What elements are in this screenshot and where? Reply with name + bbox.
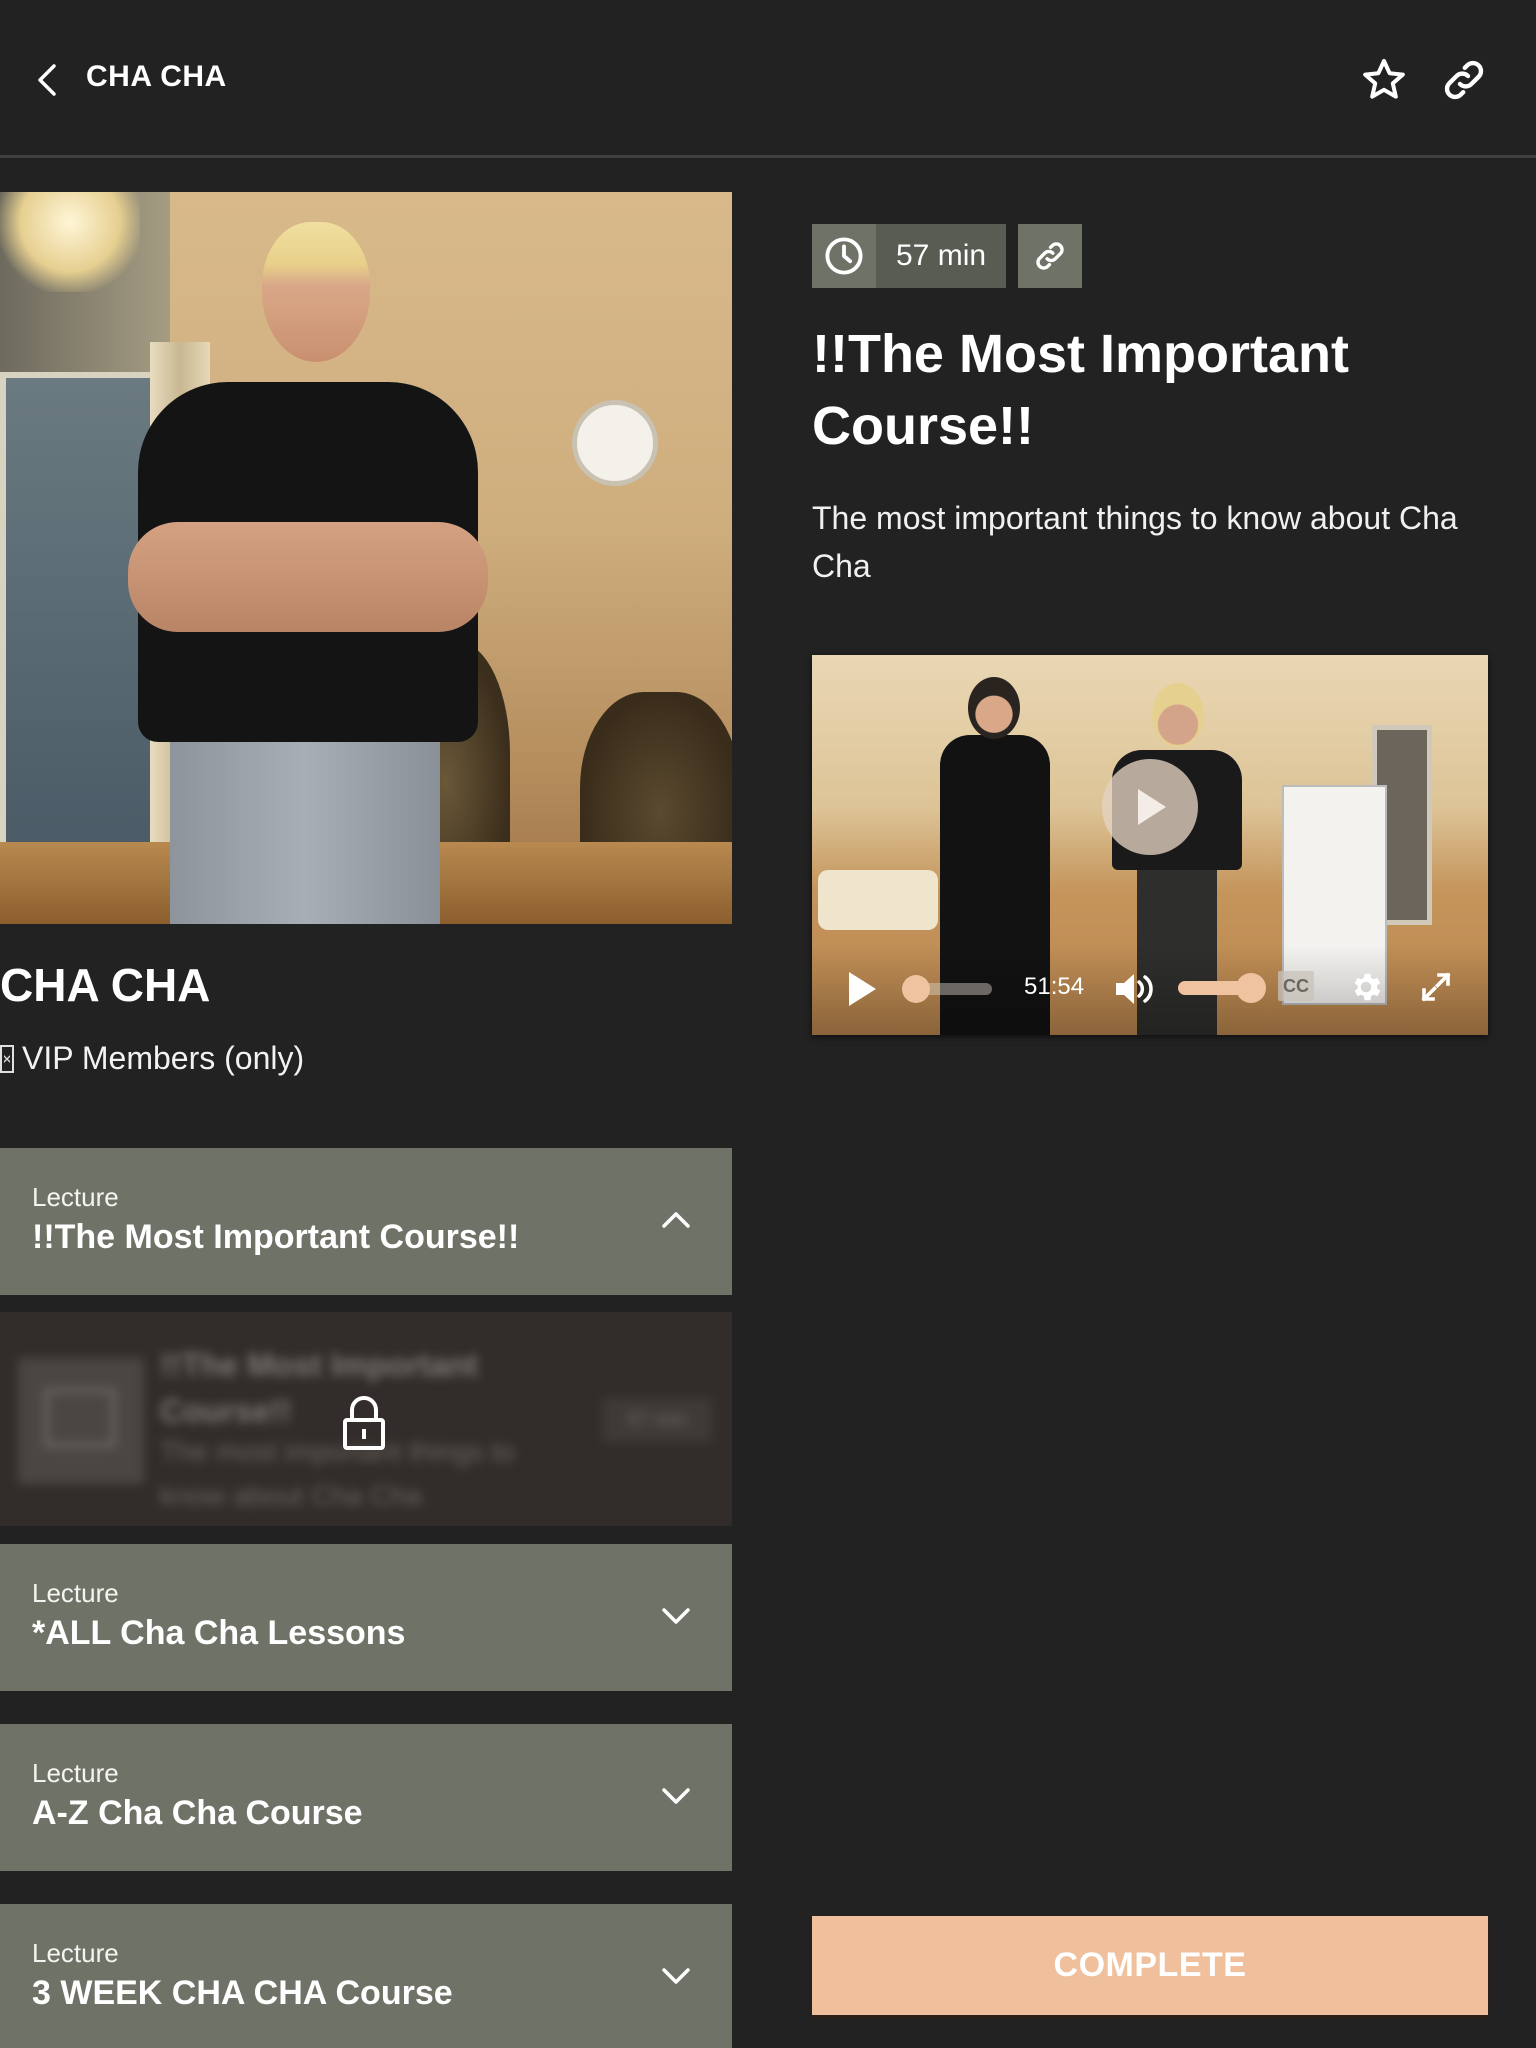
lecture-section-header[interactable]: Lecture A-Z Cha Cha Course bbox=[0, 1724, 732, 1871]
lecture-section-header[interactable]: Lecture *ALL Cha Cha Lessons bbox=[0, 1544, 732, 1691]
course-access-label: VIP Members (only) bbox=[0, 1040, 304, 1077]
video-controls: 51:54 CC bbox=[812, 945, 1488, 1035]
course-title: CHA CHA bbox=[0, 959, 211, 1011]
lesson-duration: 57 min bbox=[876, 224, 1007, 288]
hero-chandelier bbox=[0, 192, 140, 292]
chevron-up-icon[interactable] bbox=[658, 1202, 694, 1238]
lesson-title: !!The Most Important Course!! bbox=[812, 324, 1349, 456]
play-icon bbox=[1138, 789, 1166, 825]
volume-handle[interactable] bbox=[1236, 973, 1266, 1003]
link-icon bbox=[1444, 60, 1484, 100]
clock-icon bbox=[825, 237, 863, 275]
lesson-description: The most important things to know about … bbox=[812, 500, 1458, 584]
chevron-down-icon[interactable] bbox=[658, 1778, 694, 1814]
duration-badge: 57 min bbox=[812, 224, 1007, 288]
share-link-button[interactable] bbox=[1440, 56, 1488, 104]
hero-instructor-head bbox=[262, 222, 370, 362]
missing-glyph-icon bbox=[0, 1044, 14, 1073]
course-hero-image bbox=[0, 192, 732, 924]
fullscreen-icon[interactable] bbox=[1418, 969, 1454, 1005]
top-bar: CHA CHA bbox=[0, 0, 1536, 158]
play-icon[interactable] bbox=[846, 969, 878, 1009]
time-remaining: 51:54 bbox=[1024, 973, 1085, 1000]
chevron-down-icon[interactable] bbox=[658, 1958, 694, 1994]
hero-instructor-pants bbox=[170, 732, 440, 924]
back-button[interactable] bbox=[36, 58, 66, 102]
volume-icon[interactable] bbox=[1114, 971, 1154, 1007]
complete-button[interactable]: COMPLETE bbox=[812, 1916, 1488, 2015]
lecture-title: *ALL Cha Cha Lessons bbox=[32, 1614, 406, 1652]
video-scene-sofa bbox=[818, 870, 938, 930]
chevron-left-icon bbox=[38, 64, 56, 96]
star-outline-icon bbox=[1363, 59, 1405, 99]
hero-wall-clock bbox=[572, 400, 658, 486]
lecture-title: 3 WEEK CHA CHA Course bbox=[32, 1974, 453, 2012]
lecture-type-label: Lecture bbox=[32, 1938, 119, 1968]
locked-lesson-duration: 57 min bbox=[602, 1398, 712, 1442]
lecture-title: !!The Most Important Course!! bbox=[32, 1218, 520, 1256]
header-title: CHA CHA bbox=[86, 60, 227, 93]
chevron-down-icon[interactable] bbox=[658, 1598, 694, 1634]
video-player[interactable]: 51:54 CC bbox=[812, 655, 1488, 1035]
gear-icon[interactable] bbox=[1348, 969, 1384, 1005]
hero-instructor-arms bbox=[128, 522, 488, 632]
big-play-button[interactable] bbox=[1102, 759, 1198, 855]
lecture-title: A-Z Cha Cha Course bbox=[32, 1794, 363, 1832]
locked-lesson-item[interactable]: !!The Most Important Course!! The most i… bbox=[0, 1312, 732, 1526]
book-icon bbox=[44, 1388, 116, 1448]
lecture-section-header[interactable]: Lecture 3 WEEK CHA CHA Course bbox=[0, 1904, 732, 2048]
copy-lesson-link-button[interactable] bbox=[1018, 224, 1082, 288]
clock-icon-box bbox=[812, 224, 876, 288]
hero-door bbox=[0, 372, 160, 872]
lecture-type-label: Lecture bbox=[32, 1758, 119, 1788]
link-icon bbox=[1036, 242, 1064, 270]
volume-slider[interactable] bbox=[1178, 973, 1266, 1003]
seek-bar[interactable] bbox=[902, 975, 992, 1003]
favorite-button[interactable] bbox=[1360, 56, 1408, 104]
captions-button[interactable]: CC bbox=[1278, 971, 1314, 1001]
seek-handle[interactable] bbox=[902, 975, 930, 1003]
lecture-section-header[interactable]: Lecture !!The Most Important Course!! bbox=[0, 1148, 732, 1295]
access-text: VIP Members (only) bbox=[22, 1040, 305, 1076]
lecture-type-label: Lecture bbox=[32, 1578, 119, 1608]
lock-icon bbox=[343, 1396, 385, 1450]
lecture-type-label: Lecture bbox=[32, 1182, 119, 1212]
